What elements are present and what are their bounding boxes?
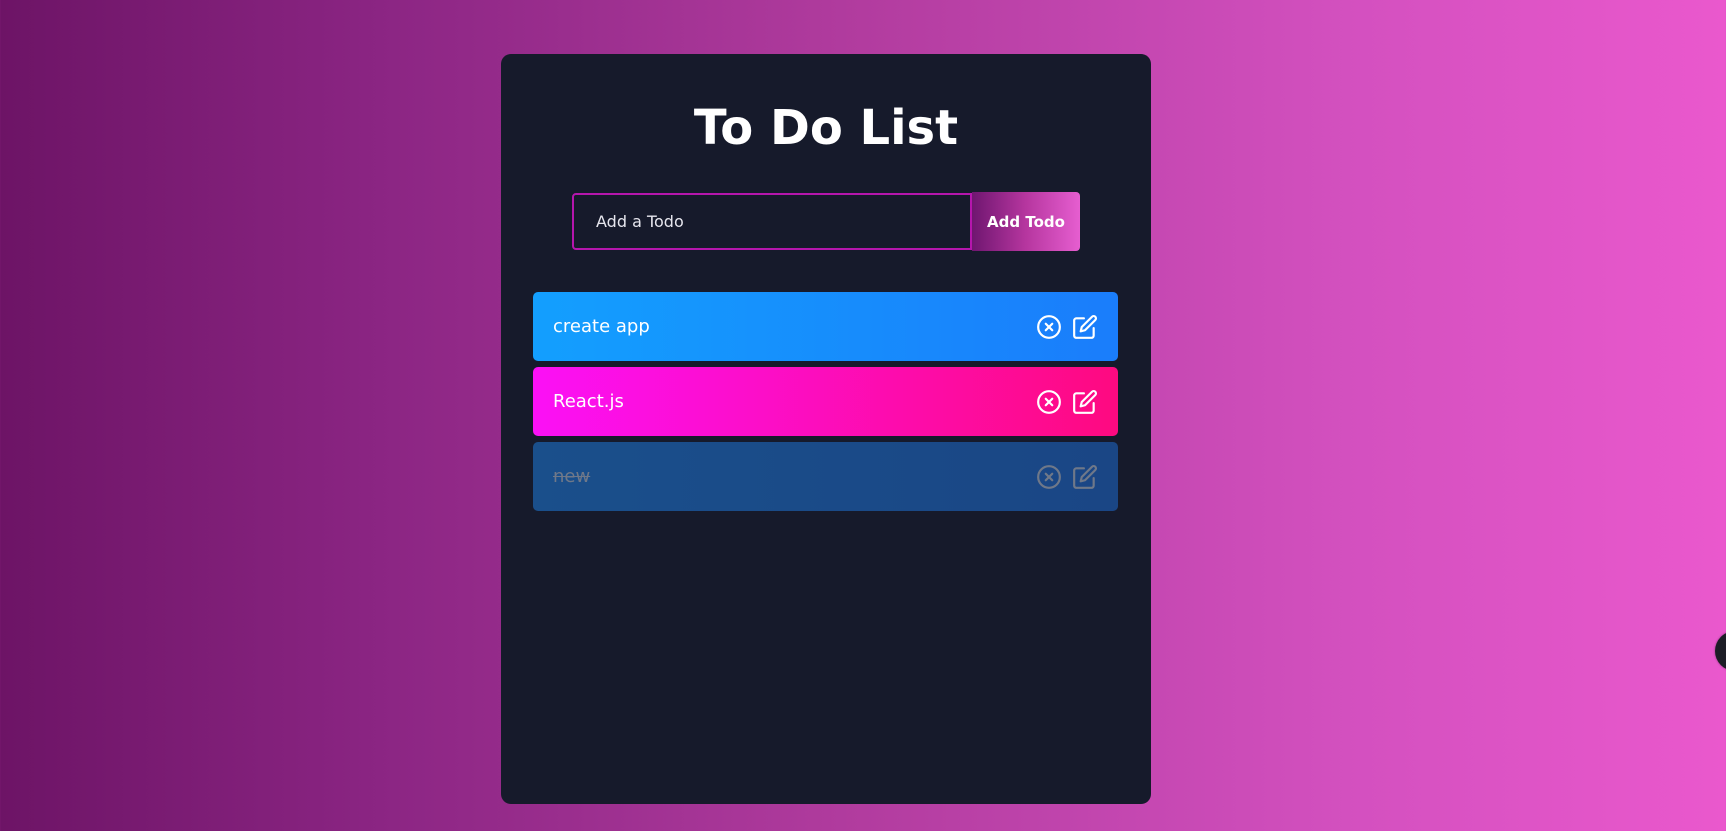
todo-list: create app React.js new	[533, 292, 1118, 517]
edit-icon[interactable]	[1072, 389, 1098, 415]
close-circle-icon[interactable]	[1036, 314, 1062, 340]
todo-item-completed[interactable]: new	[533, 442, 1118, 511]
close-circle-icon[interactable]	[1036, 389, 1062, 415]
add-todo-button[interactable]: Add Todo	[972, 192, 1080, 251]
close-circle-icon[interactable]	[1036, 464, 1062, 490]
todo-item-text[interactable]: React.js	[553, 391, 624, 412]
floating-widget-button[interactable]	[1715, 631, 1726, 671]
edit-icon[interactable]	[1072, 314, 1098, 340]
todo-item-text[interactable]: new	[553, 466, 590, 487]
todo-app: To Do List Add Todo create app	[501, 54, 1151, 804]
todo-item[interactable]: React.js	[533, 367, 1118, 436]
todo-item-actions	[1036, 389, 1098, 415]
page-title: To Do List	[693, 100, 959, 156]
todo-item-text[interactable]: create app	[553, 316, 650, 337]
todo-form: Add Todo	[572, 192, 1080, 251]
todo-item-actions	[1036, 314, 1098, 340]
edit-icon[interactable]	[1072, 464, 1098, 490]
todo-item[interactable]: create app	[533, 292, 1118, 361]
todo-input[interactable]	[572, 193, 972, 250]
todo-item-actions	[1036, 464, 1098, 490]
